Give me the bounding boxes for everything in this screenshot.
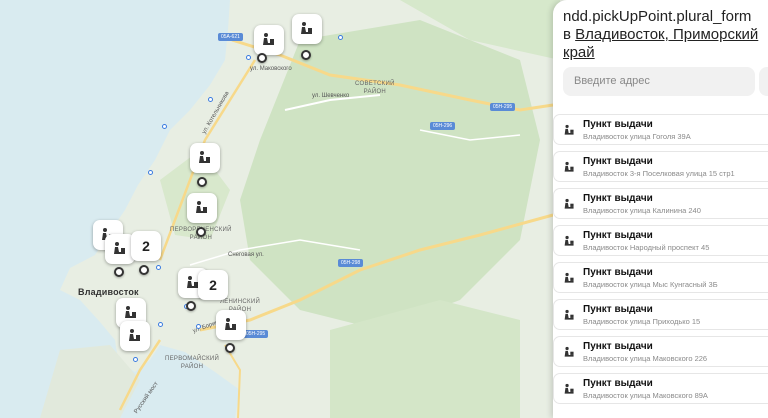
pickup-person-icon [564, 309, 574, 320]
street-label: Снеговая ул. [228, 252, 264, 258]
panel-title-prefix: в [563, 26, 571, 43]
transit-stop-icon [208, 97, 213, 102]
panel-title: ndd.pickUpPoint.plural_form в Владивосто… [563, 8, 768, 62]
pickup-point-name: Пункт выдачи [583, 378, 653, 389]
pickup-point-address: Владивосток улица Маковского 226 [583, 354, 708, 363]
street-label: ул. Маковского [250, 66, 292, 72]
pickup-point-name: Пункт выдачи [583, 341, 653, 352]
pickup-point-marker[interactable] [292, 14, 322, 44]
pickup-point-anchor[interactable] [257, 53, 267, 63]
pickup-point-list-item[interactable]: Пункт выдачи Владивосток улица Мыс Кунгас… [553, 262, 768, 293]
pickup-point-address: Владивосток улица Мыс Кунгасный 3Б [583, 280, 718, 289]
pickup-person-icon [564, 198, 574, 209]
pickup-person-icon [125, 306, 136, 318]
street-label: ул. Шевченко [312, 93, 350, 99]
city-label: Владивосток [78, 287, 139, 297]
pickup-point-marker[interactable] [190, 143, 220, 173]
district-label-pervomaysky: ПЕРВОМАЙСКИЙ РАЙОН [165, 356, 220, 370]
pickup-point-anchor[interactable] [196, 227, 206, 237]
pickup-points-panel: ndd.pickUpPoint.plural_form в Владивосто… [553, 0, 768, 418]
pickup-point-address: Владивосток улица Гоголя 39А [583, 132, 691, 141]
pickup-person-icon [564, 346, 574, 357]
pickup-point-address: Владивосток улица Маковского 89А [583, 391, 708, 400]
pickup-cluster-marker[interactable]: 2 [198, 270, 228, 300]
pickup-point-anchor[interactable] [301, 50, 311, 60]
transit-stop-icon [158, 322, 163, 327]
pickup-points-list: Пункт выдачи Владивосток улица Гоголя 39А… [553, 114, 768, 410]
pickup-person-icon [199, 151, 210, 163]
pickup-point-address: Владивосток Народный проспект 45 [583, 243, 710, 252]
pickup-point-anchor[interactable] [139, 265, 149, 275]
pickup-point-anchor[interactable] [197, 177, 207, 187]
transit-stop-icon [148, 170, 153, 175]
pickup-point-name: Пункт выдачи [583, 119, 653, 130]
pickup-point-marker[interactable] [216, 310, 246, 340]
road-badge: 05Н-296 [430, 122, 456, 130]
pickup-point-name: Пункт выдачи [583, 193, 653, 204]
address-search-input[interactable] [563, 67, 755, 96]
panel-title-main: ndd.pickUpPoint.plural_form [563, 8, 752, 25]
pickup-point-list-item[interactable]: Пункт выдачи Владивосток Народный проспек… [553, 225, 768, 256]
pickup-person-icon [301, 22, 312, 34]
road-badge: 05А-621 [218, 33, 243, 41]
pickup-point-address: Владивосток 3-я Поселковая улица 15 стр1 [583, 169, 735, 178]
transit-stop-icon [133, 357, 138, 362]
pickup-person-icon [564, 272, 574, 283]
pickup-point-marker[interactable] [254, 25, 284, 55]
pickup-person-icon [564, 161, 574, 172]
pickup-person-icon [225, 318, 236, 330]
pickup-person-icon [129, 329, 140, 341]
pickup-person-icon [196, 201, 207, 213]
pickup-person-icon [114, 242, 125, 254]
pickup-point-anchor[interactable] [114, 267, 124, 277]
pickup-point-anchor[interactable] [186, 301, 196, 311]
transit-stop-icon [246, 55, 251, 60]
transit-stop-icon [156, 265, 161, 270]
pickup-point-name: Пункт выдачи [583, 156, 653, 167]
pickup-point-name: Пункт выдачи [583, 230, 653, 241]
pickup-point-list-item[interactable]: Пункт выдачи Владивосток улица Маковского… [553, 336, 768, 367]
pickup-point-list-item[interactable]: Пункт выдачи Владивосток улица Калинина 2… [553, 188, 768, 219]
pickup-person-icon [564, 235, 574, 246]
transit-stop-icon [162, 124, 167, 129]
pickup-point-marker[interactable] [120, 321, 150, 351]
pickup-point-anchor[interactable] [225, 343, 235, 353]
transit-stop-icon [338, 35, 343, 40]
pickup-point-name: Пункт выдачи [583, 267, 653, 278]
pickup-point-list-item[interactable]: Пункт выдачи Владивосток 3-я Поселковая у… [553, 151, 768, 182]
location-link[interactable]: Владивосток, Приморский край [563, 26, 758, 61]
pickup-point-address: Владивосток улица Калинина 240 [583, 206, 701, 215]
pickup-point-list-item[interactable]: Пункт выдачи Владивосток улица Маковского… [553, 373, 768, 404]
pickup-point-name: Пункт выдачи [583, 304, 653, 315]
district-label-sovetsky: СОВЕТСКИЙ РАЙОН [355, 81, 395, 95]
road-badge: 05Н-295 [490, 103, 516, 111]
transit-stop-icon [196, 324, 201, 329]
road-badge: 05Н-298 [338, 259, 364, 267]
search-extra-control[interactable] [759, 67, 768, 96]
pickup-point-list-item[interactable]: Пункт выдачи Владивосток улица Гоголя 39А [553, 114, 768, 145]
pickup-point-list-item[interactable]: Пункт выдачи Владивосток улица Приходько … [553, 299, 768, 330]
pickup-person-icon [263, 33, 274, 45]
pickup-point-marker[interactable] [187, 193, 217, 223]
road-badge: 05Н-295 [243, 330, 269, 338]
pickup-cluster-marker[interactable]: 2 [131, 231, 161, 261]
pickup-person-icon [564, 124, 574, 135]
pickup-person-icon [564, 383, 574, 394]
panel-title-location-line: в Владивосток, Приморский край [563, 26, 768, 62]
pickup-point-address: Владивосток улица Приходько 15 [583, 317, 701, 326]
